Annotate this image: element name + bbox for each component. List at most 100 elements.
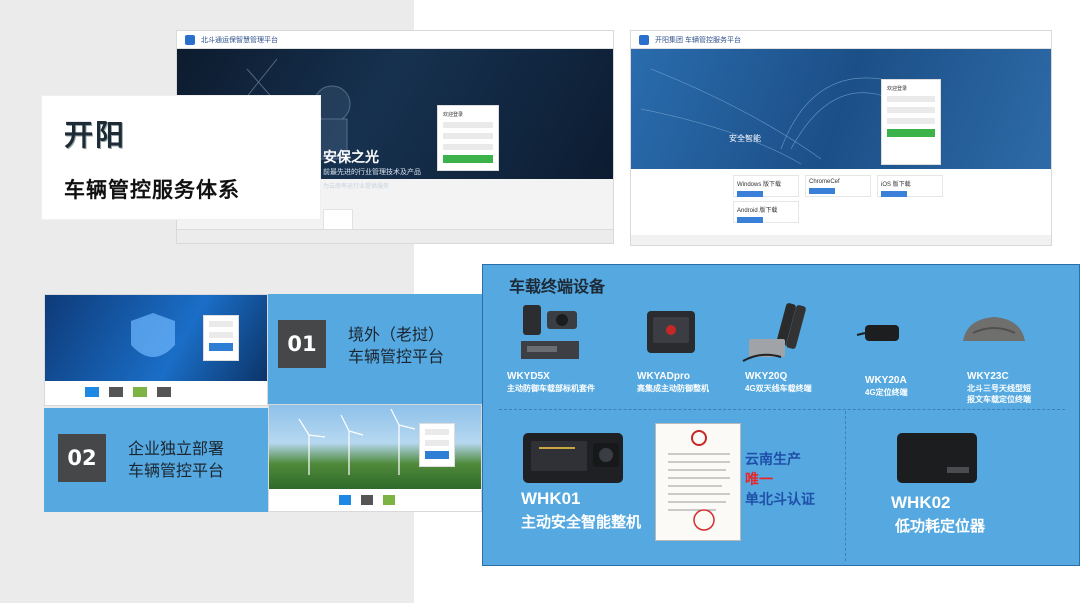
gps-tracker-icon	[856, 325, 899, 341]
device-description-line: 报文车载定位终端	[967, 395, 1031, 404]
hero-heading: 安全智能	[729, 134, 761, 143]
screenshot-hero	[269, 405, 481, 489]
login-button[interactable]	[443, 155, 493, 163]
brand-name: 开阳	[64, 118, 127, 152]
screenshot-header: 北斗通运保智慧管理平台	[177, 31, 613, 49]
download-label: Android 版下载	[737, 208, 778, 214]
download-tile-chromecef[interactable]: ChromeCef	[805, 175, 871, 197]
screenshot-header: 开阳集团 车辆管控服务平台	[631, 31, 1051, 49]
download-label: ChromeCef	[809, 179, 840, 185]
screenshot-title: 开阳集团 车辆管控服务平台	[655, 36, 741, 44]
windows-icon[interactable]	[339, 495, 351, 505]
download-button[interactable]	[809, 188, 835, 194]
cert-line: 单北斗认证	[745, 491, 815, 507]
low-power-locator-icon	[897, 433, 977, 483]
platform-label-line: 车辆管控平台	[348, 347, 445, 366]
captcha-field[interactable]	[443, 144, 493, 150]
login-button[interactable]	[425, 451, 449, 459]
login-box: 欢迎登录	[437, 105, 499, 171]
platform-band-01: 01 境外（老挝） 车辆管控平台	[268, 294, 482, 406]
login-box	[419, 423, 455, 467]
cert-line: 唯一	[745, 471, 773, 487]
username-field[interactable]	[209, 321, 233, 327]
hero-subtext: 为云南率运行业提供服务	[323, 184, 390, 190]
device-description: 主动防御车载部标机套件	[507, 384, 595, 393]
device-model: WKYADpro	[637, 371, 690, 382]
platform-screenshot-enterprise	[268, 404, 482, 512]
integrated-unit-icon	[647, 311, 695, 353]
screenshot-hero: 安全智能 欢迎登录	[631, 49, 1051, 169]
apple-icon[interactable]	[157, 387, 171, 397]
platform-screenshot-top-right: 开阳集团 车辆管控服务平台 安全智能 欢迎登录 Windows 版下载 Chro…	[630, 30, 1052, 246]
platform-label: 企业独立部署 车辆管控平台	[128, 438, 224, 482]
device-model: WKY20A	[865, 375, 907, 386]
download-button[interactable]	[881, 191, 907, 197]
login-title: 欢迎登录	[887, 86, 908, 92]
password-field[interactable]	[425, 440, 449, 446]
number-badge: 02	[58, 434, 106, 482]
platform-label-line: 车辆管控平台	[128, 461, 225, 480]
platform-band-02: 02 企业独立部署 车辆管控平台	[44, 408, 268, 512]
number-badge: 01	[278, 320, 326, 368]
download-row	[339, 495, 395, 505]
ai-head-graphic-icon	[640, 68, 923, 165]
apple-icon[interactable]	[109, 387, 123, 397]
hero-heading: 安保之光	[323, 149, 379, 165]
device-description: 4G双天线车载终端	[745, 384, 812, 393]
windows-icon[interactable]	[85, 387, 99, 397]
login-box: 欢迎登录	[881, 79, 941, 165]
username-field[interactable]	[887, 96, 935, 102]
login-button[interactable]	[887, 129, 935, 137]
download-tile-windows[interactable]: Windows 版下载	[733, 175, 799, 197]
device-panel: 车载终端设备 WKYD5X 主动防御车载部标机套件 WKYADpro 高集成主动…	[482, 264, 1080, 566]
android-icon[interactable]	[383, 495, 395, 505]
app-logo-icon	[185, 34, 195, 45]
download-button[interactable]	[737, 217, 763, 223]
platform-label-line: 企业独立部署	[128, 439, 225, 458]
password-field[interactable]	[887, 107, 935, 113]
password-field[interactable]	[443, 133, 493, 139]
device-model: WHK02	[891, 493, 951, 512]
android-icon[interactable]	[133, 387, 147, 397]
device-model: WHK01	[521, 489, 581, 508]
device-description: 主动安全智能整机	[521, 514, 642, 531]
apple-icon[interactable]	[361, 495, 373, 505]
device-section-title: 车载终端设备	[509, 277, 606, 296]
download-label: iOS 版下载	[881, 182, 911, 188]
download-row	[85, 387, 171, 397]
certification-claim: 云南生产 唯一 单北斗认证	[745, 449, 815, 509]
divider-horizontal	[499, 409, 1065, 410]
device-description: 4G定位终端	[865, 388, 908, 397]
device-description-line: 北斗三号天线型短	[967, 384, 1031, 393]
captcha-field[interactable]	[887, 118, 935, 124]
certificate-document-icon	[668, 430, 730, 531]
login-button[interactable]	[209, 343, 233, 351]
device-description: 北斗三号天线型短 报文车载定位终端	[967, 383, 1031, 405]
username-field[interactable]	[443, 122, 493, 128]
divider-vertical	[845, 411, 846, 561]
device-model: WKY20Q	[745, 371, 788, 382]
device-description: 高集成主动防御整机	[637, 384, 709, 393]
dual-antenna-terminal-icon	[742, 303, 806, 362]
certificate-image	[655, 423, 741, 541]
title-card: 开阳 车辆管控服务体系	[42, 96, 320, 219]
device-model: WKY23C	[967, 371, 1009, 382]
service-system-title: 车辆管控服务体系	[64, 179, 240, 202]
download-button[interactable]	[737, 191, 763, 197]
platform-screenshot-overseas	[44, 294, 268, 406]
username-field[interactable]	[425, 429, 449, 435]
smart-dashcam-icon	[523, 433, 623, 483]
download-tile-android[interactable]: Android 版下载	[733, 201, 799, 223]
dashcam-kit-icon	[521, 305, 579, 359]
hero-text-line: 前最先进的行业管理技术及产品	[323, 169, 421, 176]
platform-label: 境外（老挝） 车辆管控平台	[348, 324, 444, 368]
screenshot-footer	[631, 235, 1051, 245]
login-title: 欢迎登录	[443, 112, 464, 118]
app-logo-icon	[639, 34, 649, 45]
satellite-terminal-icon	[963, 317, 1025, 341]
download-tile-ios[interactable]: iOS 版下载	[877, 175, 943, 197]
screenshot-title: 北斗通运保智慧管理平台	[201, 36, 278, 44]
device-description: 低功耗定位器	[895, 518, 986, 535]
password-field[interactable]	[209, 332, 233, 338]
platform-label-line: 境外（老挝）	[348, 325, 445, 344]
